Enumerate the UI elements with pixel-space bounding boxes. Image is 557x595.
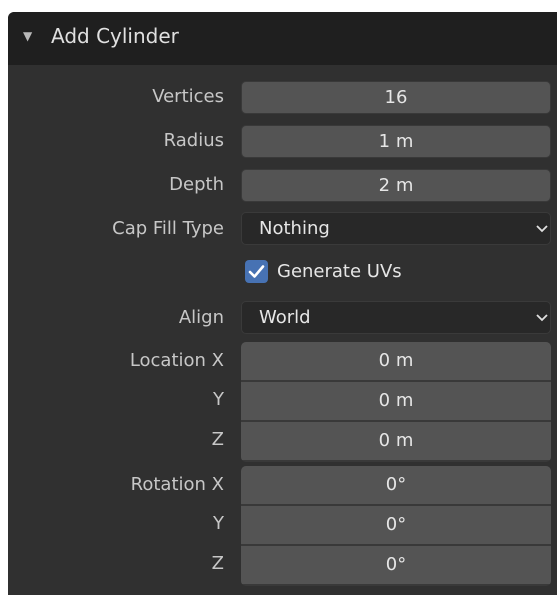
generate-uvs-label: Generate UVs <box>277 261 402 282</box>
chevron-down-icon <box>536 225 548 233</box>
location-y-field[interactable]: 0 m <box>241 382 551 420</box>
depth-label: Depth <box>169 174 224 195</box>
align-value: World <box>259 307 311 328</box>
cap-fill-type-dropdown[interactable]: Nothing <box>241 212 551 245</box>
rotation-field-group: 0° 0° 0° <box>241 466 551 586</box>
align-dropdown[interactable]: World <box>241 301 551 334</box>
rotation-y-label: Y <box>213 513 224 534</box>
vertices-label: Vertices <box>152 86 224 107</box>
depth-field[interactable]: 2 m <box>241 169 551 202</box>
collapse-triangle-icon[interactable]: ▼ <box>23 26 43 46</box>
generate-uvs-checkbox[interactable] <box>245 260 268 283</box>
cap-fill-type-label: Cap Fill Type <box>112 218 224 239</box>
radius-field[interactable]: 1 m <box>241 125 551 158</box>
location-z-field[interactable]: 0 m <box>241 422 551 460</box>
chevron-down-icon <box>536 314 548 322</box>
location-z-label: Z <box>211 429 224 450</box>
panel-title: Add Cylinder <box>51 24 179 48</box>
rotation-x-field[interactable]: 0° <box>241 466 551 504</box>
panel-header[interactable]: ▼ Add Cylinder <box>8 12 557 65</box>
radius-label: Radius <box>163 130 224 151</box>
align-label: Align <box>178 307 224 328</box>
rotation-z-field[interactable]: 0° <box>241 546 551 584</box>
rotation-y-field[interactable]: 0° <box>241 506 551 544</box>
location-field-group: 0 m 0 m 0 m <box>241 342 551 462</box>
rotation-x-label: Rotation X <box>130 474 224 495</box>
location-x-field[interactable]: 0 m <box>241 342 551 380</box>
checkmark-icon <box>248 265 265 278</box>
add-cylinder-panel: ▼ Add Cylinder Vertices 16 Radius 1 m De… <box>8 12 557 595</box>
location-x-label: Location X <box>129 350 224 371</box>
cap-fill-type-value: Nothing <box>259 218 330 239</box>
vertices-field[interactable]: 16 <box>241 81 551 114</box>
rotation-z-label: Z <box>211 553 224 574</box>
location-y-label: Y <box>213 389 224 410</box>
